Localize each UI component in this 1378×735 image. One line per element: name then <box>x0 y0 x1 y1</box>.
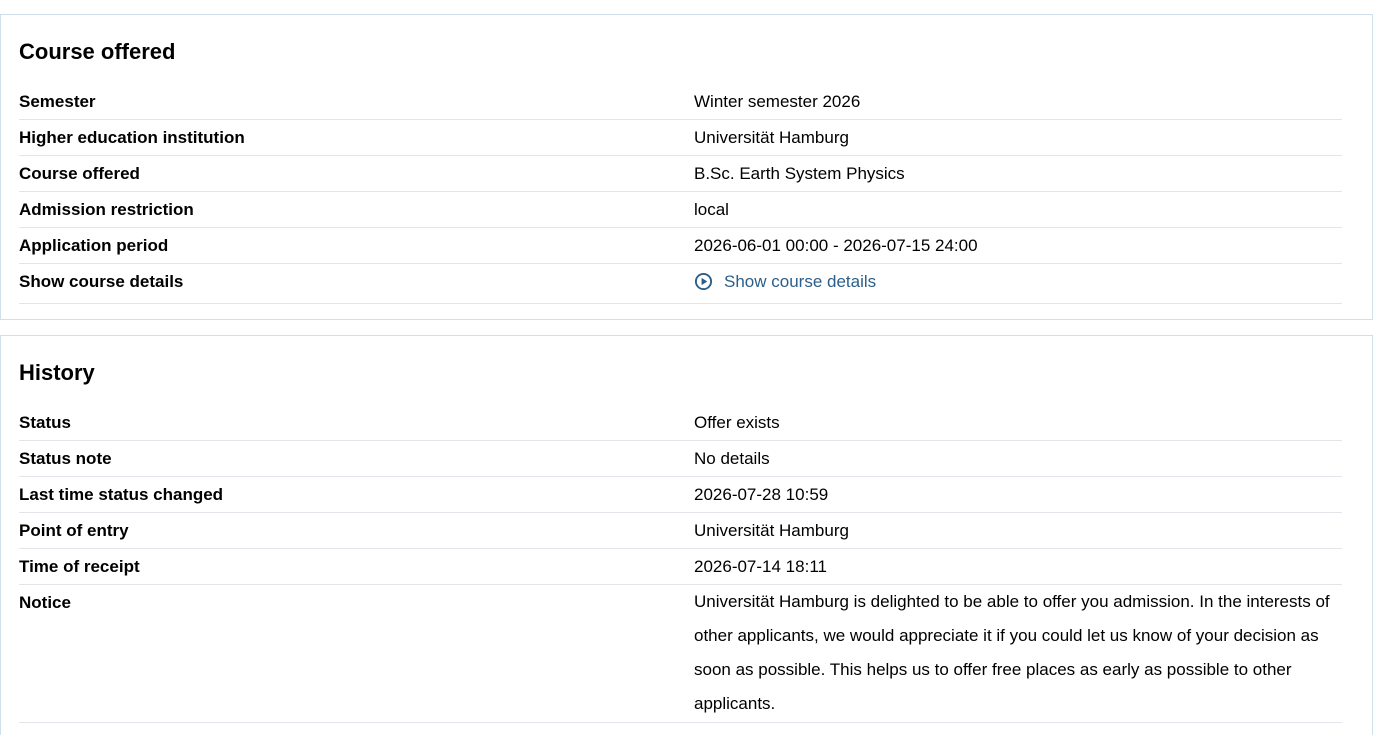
show-course-details-cell: Show course details <box>694 264 1342 303</box>
status-note-label: Status note <box>19 449 112 468</box>
institution-label: Higher education institution <box>19 128 245 147</box>
course-offered-panel: Course offered Semester Winter semester … <box>0 14 1373 320</box>
row-admission-restriction: Admission restriction local <box>19 192 1342 228</box>
point-of-entry-label: Point of entry <box>19 521 129 540</box>
row-status-note: Status note No details <box>19 441 1342 477</box>
show-course-details-link-text: Show course details <box>724 272 877 291</box>
play-circle-icon <box>694 272 713 291</box>
course-offered-value: B.Sc. Earth System Physics <box>694 164 905 183</box>
row-semester: Semester Winter semester 2026 <box>19 84 1342 120</box>
time-of-receipt-value: 2026-07-14 18:11 <box>694 557 827 576</box>
show-course-details-link[interactable]: Show course details <box>694 264 876 299</box>
application-period-value: 2026-06-01 00:00 - 2026-07-15 24:00 <box>694 236 978 255</box>
row-institution: Higher education institution Universität… <box>19 120 1342 156</box>
row-notice: Notice Universität Hamburg is delighted … <box>19 585 1342 723</box>
semester-value: Winter semester 2026 <box>694 92 861 111</box>
point-of-entry-value: Universität Hamburg <box>694 521 849 540</box>
time-of-receipt-label: Time of receipt <box>19 557 140 576</box>
status-value: Offer exists <box>694 413 780 432</box>
course-details-list: Semester Winter semester 2026 Higher edu… <box>19 84 1342 304</box>
admission-restriction-value: local <box>694 200 729 219</box>
status-note-value: No details <box>694 449 770 468</box>
row-time-of-receipt: Time of receipt 2026-07-14 18:11 <box>19 549 1342 585</box>
row-point-of-entry: Point of entry Universität Hamburg <box>19 513 1342 549</box>
row-show-course-details: Show course details Show course details <box>19 264 1342 304</box>
semester-label: Semester <box>19 92 96 111</box>
history-heading: History <box>19 360 95 385</box>
row-course-offered: Course offered B.Sc. Earth System Physic… <box>19 156 1342 192</box>
row-application-period: Application period 2026-06-01 00:00 - 20… <box>19 228 1342 264</box>
application-period-label: Application period <box>19 236 169 255</box>
notice-label: Notice <box>19 593 71 612</box>
notice-text: Universität Hamburg is delighted to be a… <box>694 592 1330 713</box>
row-status: Status Offer exists <box>19 405 1342 441</box>
row-last-status-change: Last time status changed 2026-07-28 10:5… <box>19 477 1342 513</box>
last-status-change-value: 2026-07-28 10:59 <box>694 485 829 504</box>
status-label: Status <box>19 413 71 432</box>
last-status-change-label: Last time status changed <box>19 485 224 504</box>
course-offered-label: Course offered <box>19 164 140 183</box>
admission-restriction-label: Admission restriction <box>19 200 194 219</box>
institution-value: Universität Hamburg <box>694 128 849 147</box>
show-course-details-label: Show course details <box>19 272 184 291</box>
history-panel: History Status Offer exists Status note … <box>0 335 1373 735</box>
course-offered-heading: Course offered <box>19 39 176 64</box>
history-list: Status Offer exists Status note No detai… <box>19 405 1342 723</box>
